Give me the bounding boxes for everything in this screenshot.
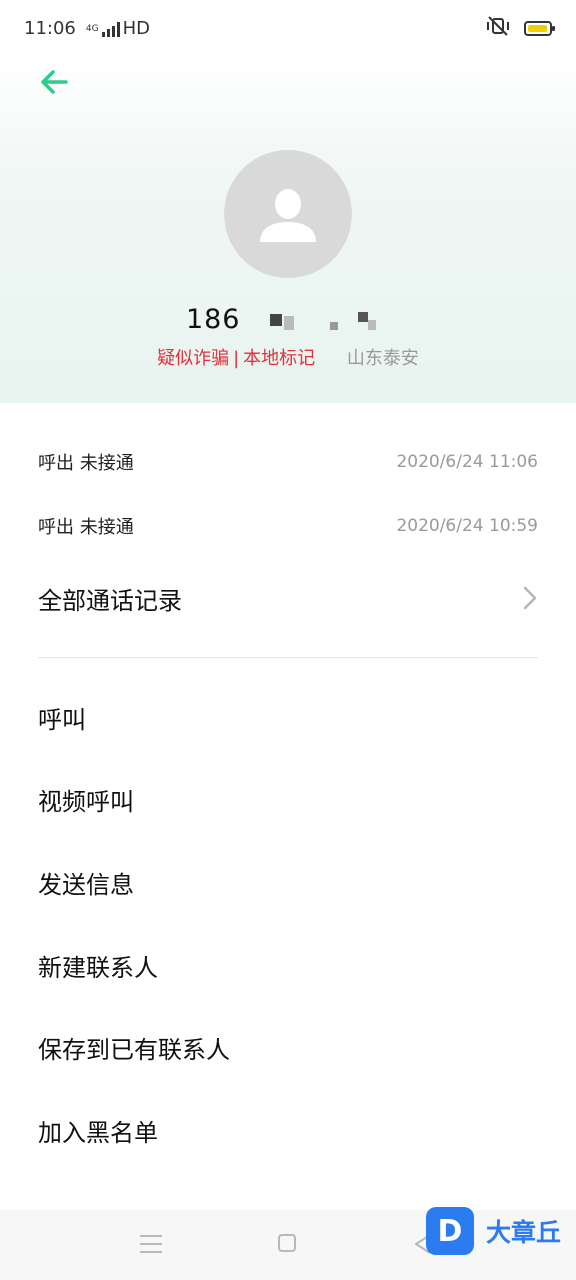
all-call-records-button[interactable]: 全部通话记录: [38, 566, 538, 630]
contact-header: 186 疑似诈骗 | 本地标记 山东泰安: [0, 58, 576, 403]
location-label: 山东泰安: [346, 348, 419, 369]
call-log-row[interactable]: 呼出 未接通 2020/6/24 10:59: [38, 494, 538, 558]
tag-row: 疑似诈骗 | 本地标记 山东泰安: [0, 344, 576, 370]
avatar: [224, 150, 352, 278]
watermark-logo-icon: D: [426, 1207, 474, 1255]
redacted-digits: [250, 311, 390, 336]
call-action[interactable]: 呼叫: [38, 676, 538, 759]
status-left: 11:06 4G HD: [24, 18, 150, 39]
send-message-action[interactable]: 发送信息: [38, 841, 538, 924]
all-call-records-label: 全部通话记录: [38, 586, 182, 615]
call-log-list: 呼出 未接通 2020/6/24 11:06 呼出 未接通 2020/6/24 …: [38, 430, 538, 558]
vibrate-off-icon: [486, 16, 510, 40]
call-time: 2020/6/24 11:06: [396, 452, 538, 472]
action-list: 呼叫 视频呼叫 发送信息 新建联系人 保存到已有联系人 加入黑名单: [38, 676, 538, 1172]
network-type: 4G: [85, 23, 99, 34]
back-arrow-icon: [41, 70, 68, 94]
menu-icon[interactable]: [140, 1235, 162, 1253]
add-to-blacklist-action[interactable]: 加入黑名单: [38, 1089, 538, 1172]
phone-number[interactable]: 186: [186, 304, 250, 335]
phone-number-row: 186: [0, 304, 576, 336]
status-right: [486, 16, 555, 40]
signal-icon: [101, 21, 120, 37]
tag-separator: |: [233, 348, 240, 369]
new-contact-action[interactable]: 新建联系人: [38, 924, 538, 1007]
status-time: 11:06: [24, 18, 76, 39]
network-indicator: 4G HD: [86, 18, 150, 39]
status-bar: 11:06 4G HD: [0, 0, 576, 58]
video-call-action[interactable]: 视频呼叫: [38, 759, 538, 842]
battery-icon: [524, 20, 555, 36]
fraud-tag: 疑似诈骗: [157, 348, 230, 369]
chevron-right-icon: [523, 586, 537, 610]
call-type: 呼出 未接通: [38, 453, 134, 474]
save-to-existing-contact-action[interactable]: 保存到已有联系人: [38, 1006, 538, 1089]
watermark-text: 大章丘: [486, 1218, 562, 1247]
back-button[interactable]: [38, 66, 78, 106]
section-divider: [38, 657, 538, 658]
local-mark-tag: 本地标记: [243, 348, 316, 369]
watermark: D 大章丘: [426, 1205, 576, 1257]
hd-label: HD: [122, 18, 150, 39]
call-log-row[interactable]: 呼出 未接通 2020/6/24 11:06: [38, 430, 538, 494]
call-time: 2020/6/24 10:59: [396, 516, 538, 536]
home-icon[interactable]: [278, 1234, 296, 1252]
person-icon: [260, 189, 316, 242]
call-type: 呼出 未接通: [38, 517, 134, 538]
